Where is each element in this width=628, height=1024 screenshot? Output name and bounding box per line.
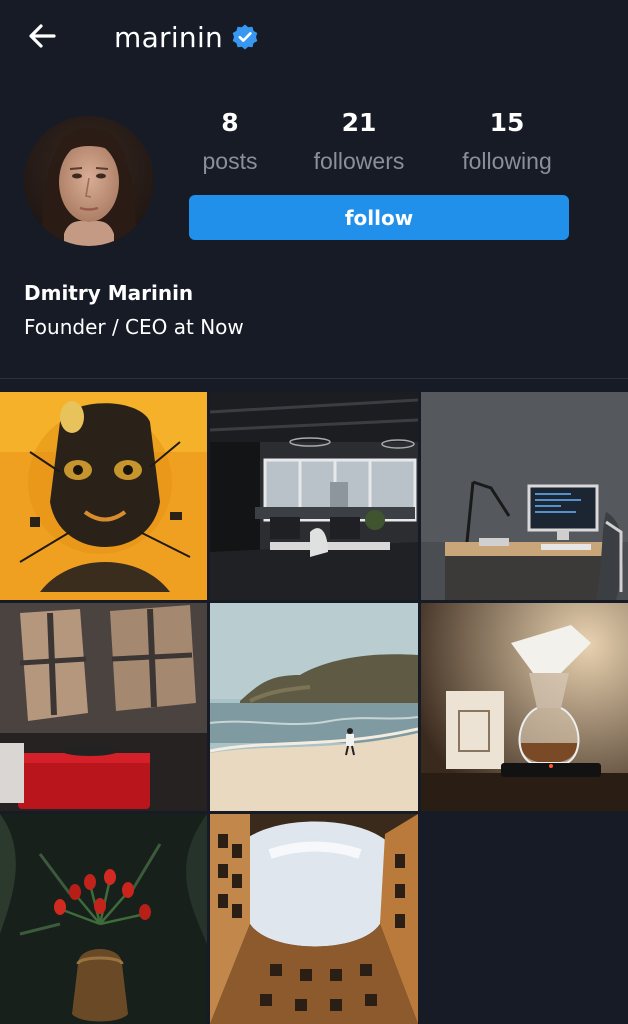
stat-followers-label: followers xyxy=(313,148,405,174)
top-bar: marinin xyxy=(0,0,628,76)
stat-following-value: 15 xyxy=(489,108,525,137)
post-image xyxy=(421,603,628,811)
divider xyxy=(0,378,628,379)
bio: Founder / CEO at Now xyxy=(24,315,244,339)
post-tile[interactable] xyxy=(0,392,207,600)
stat-posts-label: posts xyxy=(202,148,258,174)
post-image xyxy=(0,603,207,811)
post-image xyxy=(0,392,207,600)
stat-following-label: following xyxy=(462,148,552,174)
stat-following[interactable]: 15 following xyxy=(437,106,577,175)
stat-posts-value: 8 xyxy=(221,108,239,137)
profile-avatar[interactable] xyxy=(24,116,154,246)
post-image xyxy=(210,603,418,811)
stat-followers-value: 21 xyxy=(341,108,377,137)
verified-badge-icon xyxy=(232,24,258,50)
post-image xyxy=(0,814,207,1024)
post-image xyxy=(210,814,418,1024)
post-tile[interactable] xyxy=(0,603,207,811)
post-tile[interactable] xyxy=(0,814,207,1024)
post-tile[interactable] xyxy=(421,603,628,811)
follow-button[interactable]: follow xyxy=(189,195,569,240)
avatar-image xyxy=(24,116,154,246)
post-tile[interactable] xyxy=(210,603,418,811)
stat-followers[interactable]: 21 followers xyxy=(289,106,429,175)
post-tile[interactable] xyxy=(421,392,628,600)
display-name: Dmitry Marinin xyxy=(24,281,194,305)
post-image xyxy=(421,392,628,600)
back-button[interactable] xyxy=(22,18,62,54)
username: marinin xyxy=(114,20,224,54)
post-image xyxy=(210,392,418,600)
post-tile[interactable] xyxy=(210,392,418,600)
stat-posts[interactable]: 8 posts xyxy=(160,106,300,175)
arrow-left-icon xyxy=(29,24,56,48)
post-tile[interactable] xyxy=(210,814,418,1024)
username-title: marinin xyxy=(114,18,259,56)
